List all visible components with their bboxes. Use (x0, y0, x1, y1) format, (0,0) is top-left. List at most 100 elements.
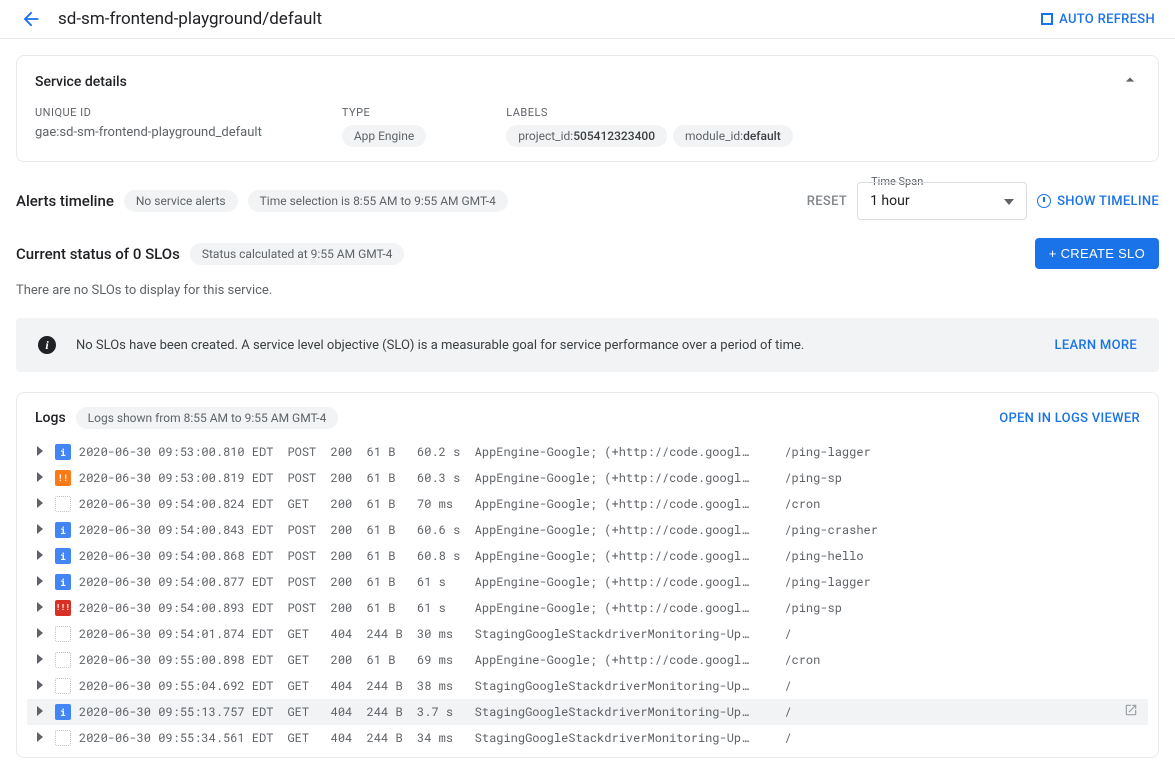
log-summary: GET 200 61 B 69 ms AppEngine-Google; (+h… (281, 652, 1142, 668)
expand-arrow-icon[interactable] (33, 600, 47, 616)
show-timeline-button[interactable]: SHOW TIMELINE (1037, 194, 1159, 209)
log-row[interactable]: 2020-06-30 09:55:34.561 EDT GET 404 244 B… (27, 725, 1148, 751)
type-label: TYPE (342, 106, 426, 119)
unique-id-block: UNIQUE ID gae:sd-sm-frontend-playground_… (35, 106, 262, 147)
alerts-title: Alerts timeline (16, 192, 114, 210)
expand-arrow-icon[interactable] (33, 444, 47, 460)
slo-banner-text: No SLOs have been created. A service lev… (76, 338, 1035, 353)
log-row[interactable]: i 2020-06-30 09:54:00.843 EDT POST 200 61 … (27, 517, 1148, 543)
severity-badge: !!! (55, 600, 71, 616)
service-details-title: Service details (35, 74, 127, 90)
log-summary: GET 200 61 B 70 ms AppEngine-Google; (+h… (281, 496, 1142, 512)
type-chip: App Engine (342, 125, 426, 147)
labels-block: LABELS project_id: 505412323400 module_id… (506, 106, 793, 147)
collapse-icon[interactable] (1120, 70, 1140, 94)
learn-more-link[interactable]: LEARN MORE (1055, 338, 1137, 353)
expand-arrow-icon[interactable] (33, 704, 47, 720)
topbar: sd-sm-frontend-playground/default AUTO R… (0, 0, 1175, 39)
back-arrow-icon[interactable] (20, 8, 42, 30)
log-row[interactable]: i 2020-06-30 09:54:00.877 EDT POST 200 61 … (27, 569, 1148, 595)
log-timestamp: 2020-06-30 09:54:01.874 EDT (79, 626, 273, 642)
log-timestamp: 2020-06-30 09:55:04.692 EDT (79, 678, 273, 694)
log-summary: GET 404 244 B 38 ms StagingGoogleStackdr… (281, 678, 1142, 694)
severity-badge: !! (55, 470, 71, 486)
info-icon: i (38, 336, 56, 354)
log-summary: POST 200 61 B 61 s AppEngine-Google; (+h… (281, 574, 1142, 590)
severity-badge: i (55, 444, 71, 460)
severity-badge: i (55, 704, 71, 720)
log-timestamp: 2020-06-30 09:54:00.843 EDT (79, 522, 273, 538)
open-logs-viewer-link[interactable]: OPEN IN LOGS VIEWER (999, 411, 1140, 426)
expand-arrow-icon[interactable] (33, 522, 47, 538)
time-selection-chip: Time selection is 8:55 AM to 9:55 AM GMT… (248, 190, 508, 212)
log-timestamp: 2020-06-30 09:55:34.561 EDT (79, 730, 273, 746)
log-summary: POST 200 61 B 60.8 s AppEngine-Google; (… (281, 548, 1142, 564)
log-row[interactable]: i 2020-06-30 09:53:00.810 EDT POST 200 61 … (27, 439, 1148, 465)
expand-arrow-icon[interactable] (33, 470, 47, 486)
severity-badge: i (55, 522, 71, 538)
service-details-card: Service details UNIQUE ID gae:sd-sm-fron… (16, 55, 1159, 162)
severity-badge (55, 730, 71, 746)
log-timestamp: 2020-06-30 09:54:00.868 EDT (79, 548, 273, 564)
logs-range-chip: Logs shown from 8:55 AM to 9:55 AM GMT-4 (76, 407, 339, 429)
label-chip: module_id: default (673, 125, 793, 147)
slo-empty-text: There are no SLOs to display for this se… (16, 283, 1159, 298)
log-row[interactable]: !!!2020-06-30 09:54:00.893 EDTPOST 200 6… (27, 595, 1148, 621)
clock-icon (1037, 194, 1051, 208)
expand-arrow-icon[interactable] (33, 678, 47, 694)
severity-badge: i (55, 548, 71, 564)
log-row[interactable]: 2020-06-30 09:54:01.874 EDT GET 404 244 B… (27, 621, 1148, 647)
severity-badge (55, 626, 71, 642)
auto-refresh-button[interactable]: AUTO REFRESH (1041, 12, 1155, 27)
log-summary: GET 404 244 B 3.7 s StagingGoogleStackdr… (281, 704, 1142, 720)
slo-info-banner: i No SLOs have been created. A service l… (16, 318, 1159, 372)
slo-header-row: Current status of 0 SLOs Status calculat… (16, 238, 1159, 269)
stop-icon (1041, 13, 1053, 25)
logs-card: Logs Logs shown from 8:55 AM to 9:55 AM … (16, 392, 1159, 758)
timespan-select[interactable]: 1 hour (857, 182, 1027, 220)
log-timestamp: 2020-06-30 09:55:13.757 EDT (79, 704, 273, 720)
log-timestamp: 2020-06-30 09:53:00.819 EDT (79, 470, 273, 486)
unique-id-value: gae:sd-sm-frontend-playground_default (35, 125, 262, 140)
expand-arrow-icon[interactable] (33, 730, 47, 746)
labels-label: LABELS (506, 106, 793, 119)
severity-badge (55, 652, 71, 668)
open-external-icon[interactable] (1124, 703, 1138, 721)
label-chip: project_id: 505412323400 (506, 125, 667, 147)
log-timestamp: 2020-06-30 09:54:00.877 EDT (79, 574, 273, 590)
log-summary: POST 200 61 B 61 s AppEngine-Google; (+h… (281, 600, 1142, 616)
reset-button[interactable]: RESET (807, 194, 847, 209)
unique-id-label: UNIQUE ID (35, 106, 262, 119)
timespan-value: 1 hour (870, 193, 910, 209)
expand-arrow-icon[interactable] (33, 574, 47, 590)
severity-badge (55, 496, 71, 512)
log-timestamp: 2020-06-30 09:55:00.898 EDT (79, 652, 273, 668)
slo-status-chip: Status calculated at 9:55 AM GMT-4 (190, 243, 405, 265)
auto-refresh-label: AUTO REFRESH (1059, 12, 1155, 27)
log-row[interactable]: i 2020-06-30 09:54:00.868 EDT POST 200 61 … (27, 543, 1148, 569)
expand-arrow-icon[interactable] (33, 496, 47, 512)
log-summary: GET 404 244 B 30 ms StagingGoogleStackdr… (281, 626, 1142, 642)
no-alerts-chip: No service alerts (124, 190, 238, 212)
log-summary: POST 200 61 B 60.6 s AppEngine-Google; (… (281, 522, 1142, 538)
page-title: sd-sm-frontend-playground/default (58, 9, 322, 29)
severity-badge: i (55, 574, 71, 590)
chevron-down-icon (1004, 193, 1014, 209)
expand-arrow-icon[interactable] (33, 626, 47, 642)
log-row[interactable]: 2020-06-30 09:55:04.692 EDT GET 404 244 B… (27, 673, 1148, 699)
show-timeline-label: SHOW TIMELINE (1057, 194, 1159, 209)
expand-arrow-icon[interactable] (33, 652, 47, 668)
create-slo-button[interactable]: + CREATE SLO (1035, 238, 1159, 269)
type-block: TYPE App Engine (342, 106, 426, 147)
log-timestamp: 2020-06-30 09:53:00.810 EDT (79, 444, 273, 460)
log-row[interactable]: i 2020-06-30 09:55:13.757 EDT GET 404 244 … (27, 699, 1148, 725)
log-row[interactable]: 2020-06-30 09:54:00.824 EDTGET 200 61 B … (27, 491, 1148, 517)
log-row[interactable]: !!2020-06-30 09:53:00.819 EDTPOST 200 61… (27, 465, 1148, 491)
expand-arrow-icon[interactable] (33, 548, 47, 564)
log-row[interactable]: 2020-06-30 09:55:00.898 EDT GET 200 61 B … (27, 647, 1148, 673)
slo-title: Current status of 0 SLOs (16, 245, 180, 263)
log-summary: GET 404 244 B 34 ms StagingGoogleStackdr… (281, 730, 1142, 746)
logs-title: Logs (35, 410, 66, 426)
log-summary: POST 200 61 B 60.2 s AppEngine-Google; (… (281, 444, 1142, 460)
alerts-timeline-row: Alerts timeline No service alerts Time s… (16, 182, 1159, 220)
